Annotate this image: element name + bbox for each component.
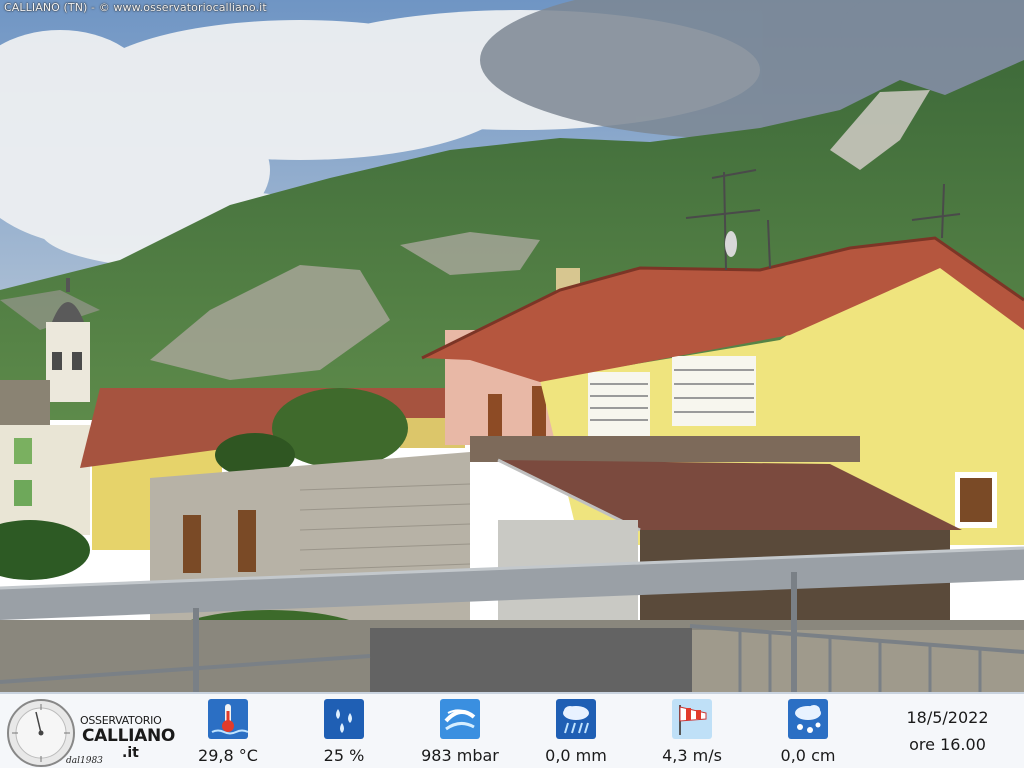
snow-value: 0,0 cm — [780, 746, 836, 765]
logo-line-2: CALLIANO — [82, 726, 176, 746]
weather-bar: OSSERVATORIO CALLIANO .it dal1983 29,8 °… — [0, 692, 1024, 768]
thermometer-icon — [208, 699, 248, 739]
humidity-drops-icon — [324, 699, 364, 739]
logo-line-3: .it — [122, 745, 139, 761]
logo-since: dal1983 — [66, 756, 103, 766]
time-text: ore 16.00 — [909, 735, 986, 754]
observatory-logo[interactable]: OSSERVATORIO CALLIANO .it dal1983 — [4, 696, 175, 768]
datetime-block: 18/5/2022 ore 16.00 — [890, 704, 1005, 758]
windsock-icon — [672, 699, 712, 739]
webcam-photo: CALLIANO (TN) - © www.osservatoriocallia… — [0, 0, 1024, 692]
pressure-reading: 983 mbar — [410, 697, 510, 767]
webcam-frame: CALLIANO (TN) - © www.osservatoriocallia… — [0, 0, 1024, 768]
snow-cloud-icon — [788, 699, 828, 739]
humidity-value: 25 % — [323, 746, 365, 765]
temperature-value: 29,8 °C — [198, 746, 258, 765]
snow-reading: 0,0 cm — [758, 697, 858, 767]
date-text: 18/5/2022 — [906, 708, 989, 727]
humidity-reading: 25 % — [294, 697, 394, 767]
wind-value: 4,3 m/s — [662, 746, 722, 765]
wind-reading: 4,3 m/s — [642, 697, 742, 767]
rain-value: 0,0 mm — [545, 746, 607, 765]
webcam-caption: CALLIANO (TN) - © www.osservatoriocallia… — [4, 1, 267, 14]
temperature-reading: 29,8 °C — [178, 697, 278, 767]
rain-reading: 0,0 mm — [526, 697, 626, 767]
pressure-value: 983 mbar — [421, 746, 499, 765]
pressure-icon — [440, 699, 480, 739]
rain-cloud-icon — [556, 699, 596, 739]
